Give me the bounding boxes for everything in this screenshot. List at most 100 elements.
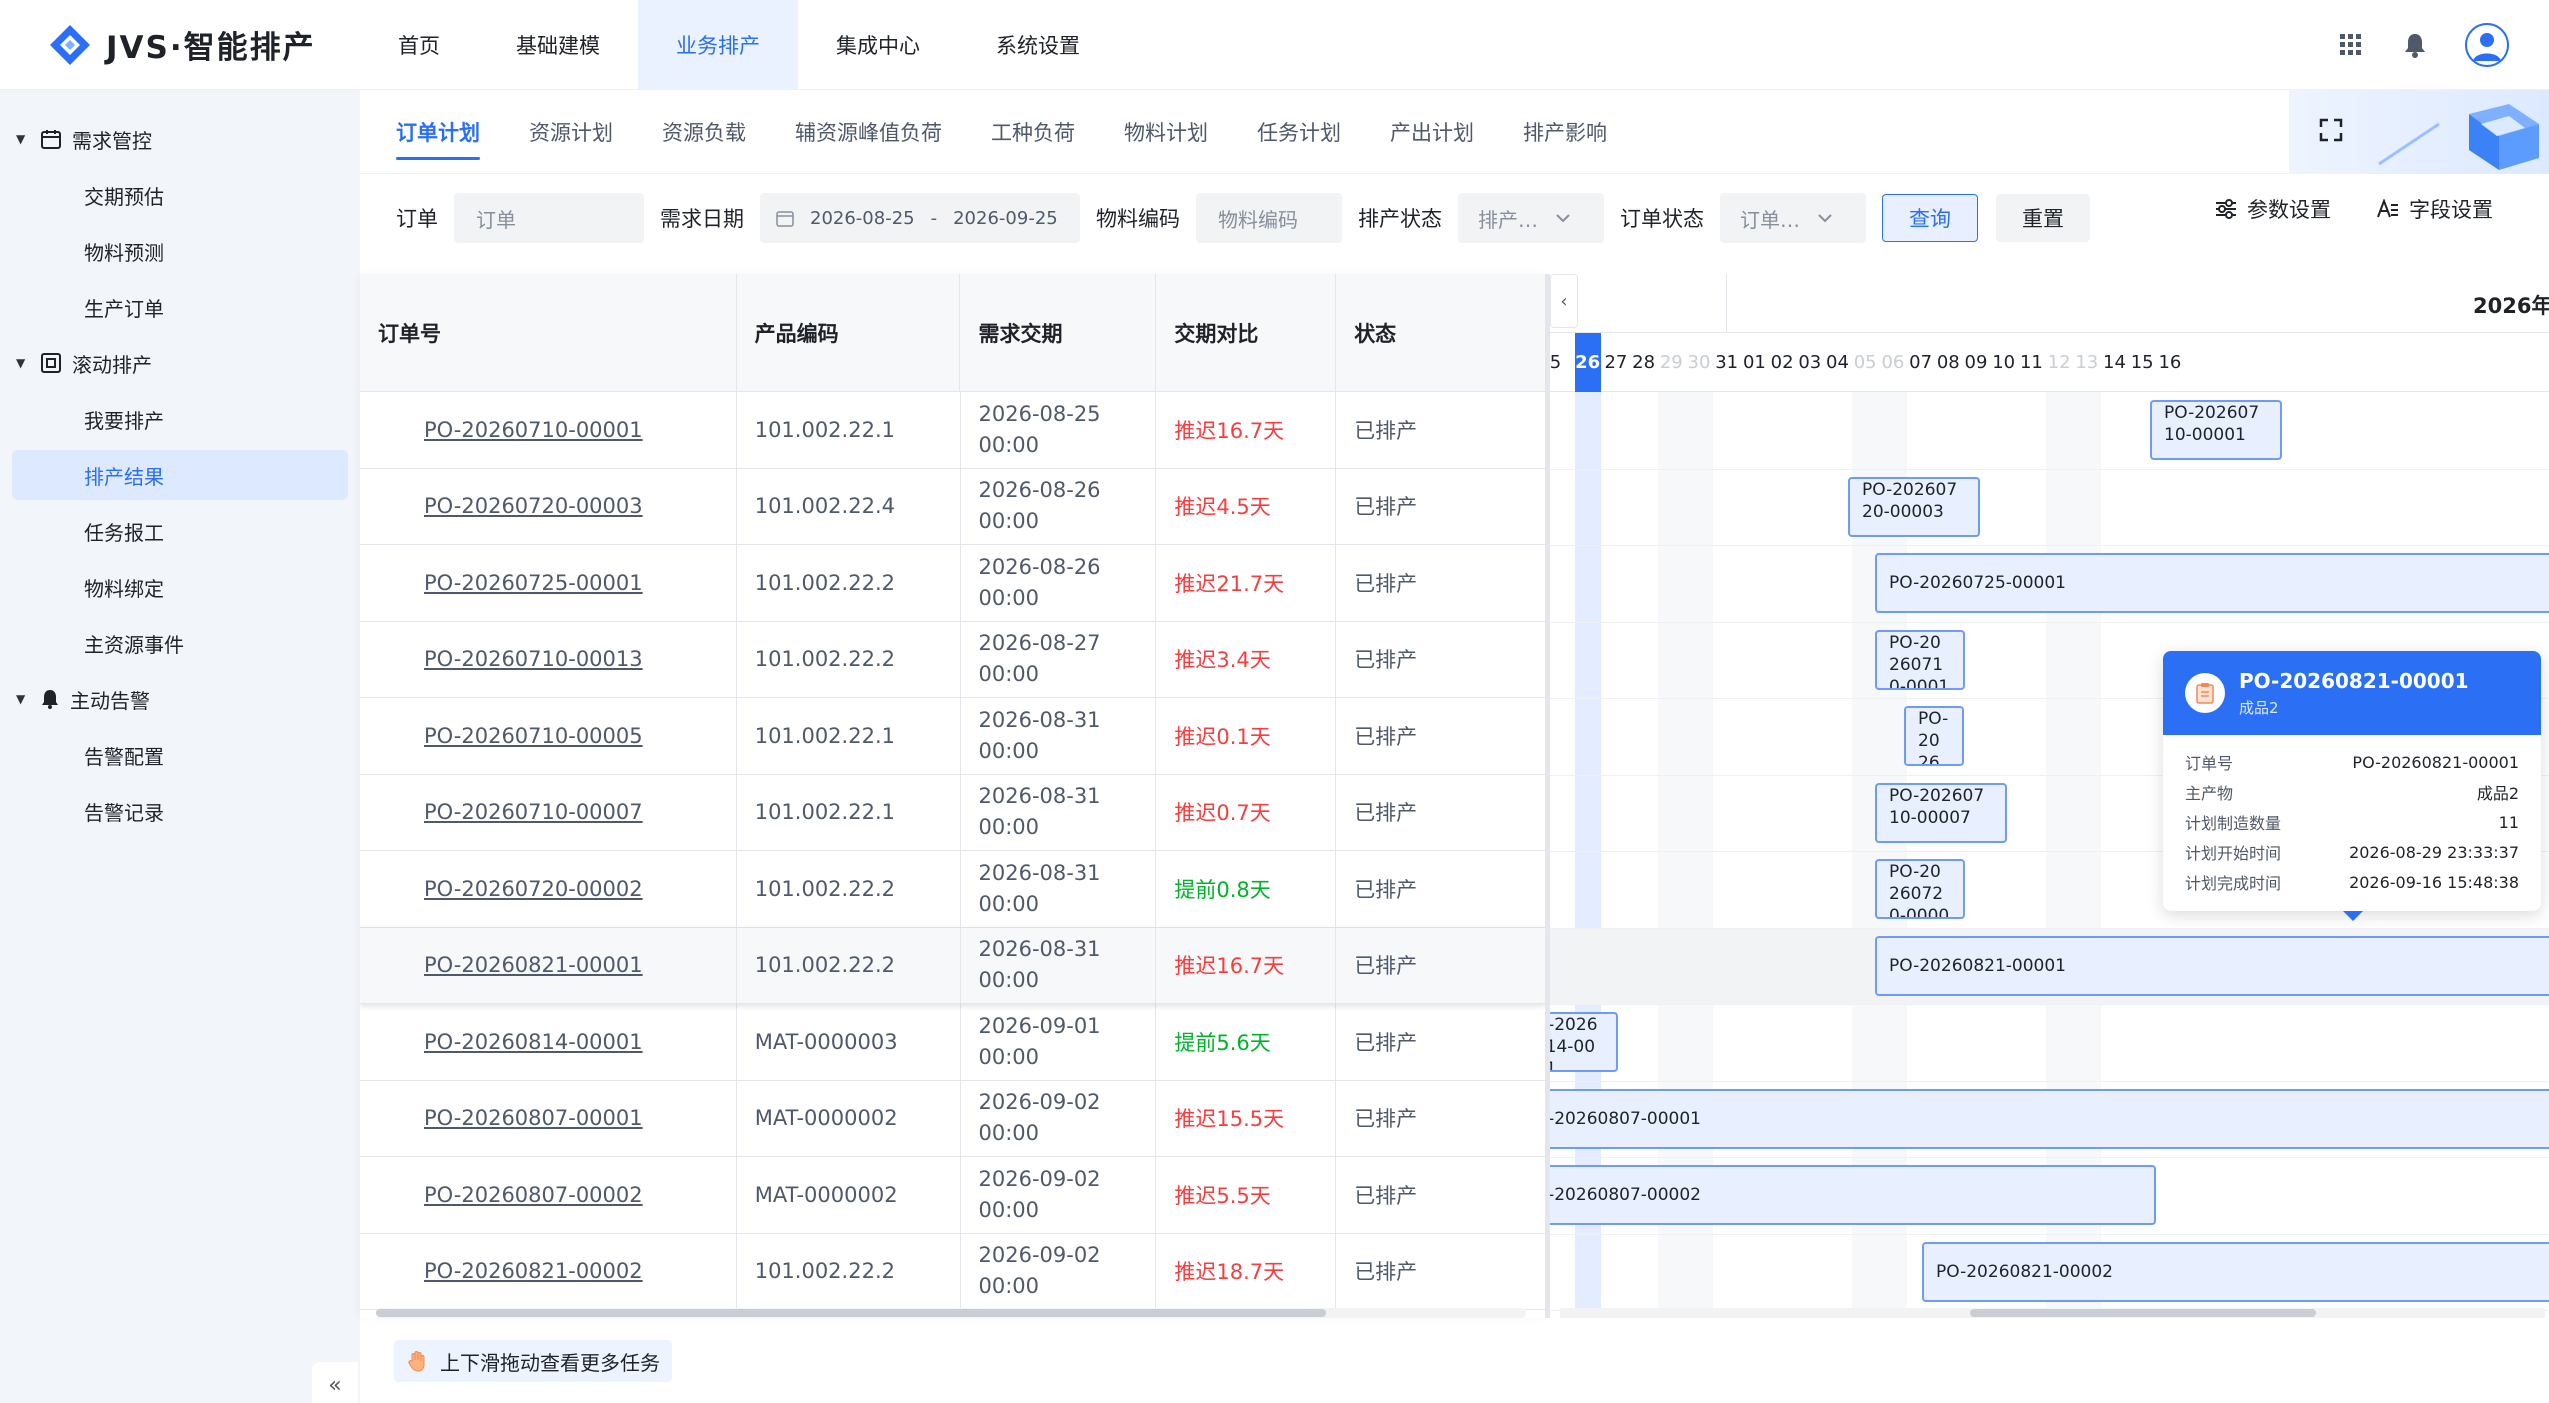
param-settings-button[interactable]: 参数设置	[2215, 194, 2331, 224]
tab-output-plan[interactable]: 产出计划	[1390, 90, 1474, 174]
tooltip-value: 11	[2498, 812, 2519, 832]
gantt-bar[interactable]: PO-20260807-00001	[1550, 1088, 2549, 1149]
gantt-day: 15	[2130, 352, 2154, 373]
gantt-bar[interactable]: PO-20260720-00003	[1848, 476, 1980, 537]
order-number-link[interactable]: PO-20260720-00003	[360, 468, 737, 544]
table-row[interactable]: PO-20260710-00013 101.002.22.2 2026-08-27 …	[360, 621, 1545, 698]
notification-bell-icon[interactable]	[2401, 31, 2429, 59]
order-status-select[interactable]: 订单…	[1720, 193, 1866, 243]
sidebar-item-resource-event[interactable]: 主资源事件	[12, 618, 348, 668]
order-number-link[interactable]: PO-20260821-00002	[360, 1233, 737, 1309]
gantt-bar[interactable]: PO-20260807-00002	[1550, 1165, 2156, 1225]
table-row[interactable]: PO-20260725-00001 101.002.22.2 2026-08-26 …	[360, 545, 1545, 622]
order-number-link[interactable]: PO-20260710-00001	[360, 392, 737, 468]
table-row[interactable]: PO-20260720-00002 101.002.22.2 2026-08-31 …	[360, 851, 1545, 928]
gantt-bar[interactable]: PO-20260710-00001	[2150, 400, 2282, 460]
gantt-bar[interactable]: PO-20260821-00001	[1875, 935, 2549, 996]
topnav-modeling[interactable]: 基础建模	[478, 0, 638, 90]
tab-order-plan[interactable]: 订单计划	[396, 90, 480, 174]
col-due-compare[interactable]: 交期对比	[1156, 274, 1337, 391]
material-code-input[interactable]: 物料编码	[1196, 193, 1342, 243]
order-number-link[interactable]: PO-20260814-00001	[360, 1004, 737, 1080]
table-row[interactable]: PO-20260720-00003 101.002.22.4 2026-08-26 …	[360, 468, 1545, 545]
fullscreen-icon[interactable]	[2319, 118, 2343, 142]
sidebar-item-task-report[interactable]: 任务报工	[12, 506, 348, 556]
order-number-link[interactable]: PO-20260821-00001	[360, 927, 737, 1003]
user-avatar[interactable]	[2465, 23, 2509, 67]
scrollbar-thumb[interactable]	[376, 1309, 1326, 1317]
table-row[interactable]: PO-20260814-00001 MAT-0000003 2026-09-01 0…	[360, 1004, 1545, 1081]
gantt-bar[interactable]: PO-20260710-00007	[1875, 782, 2007, 843]
logo-icon	[50, 24, 90, 65]
sidebar-item-schedule-result[interactable]: 排产结果	[12, 450, 348, 500]
order-number-link[interactable]: PO-20260710-00007	[360, 774, 737, 850]
tab-resource-plan[interactable]: 资源计划	[529, 90, 613, 174]
table-row[interactable]: PO-20260821-00001 101.002.22.2 2026-08-31 …	[360, 927, 1545, 1004]
topnav-home[interactable]: 首页	[360, 0, 478, 90]
due-date-cell: 2026-08-31 00:00	[961, 851, 1157, 927]
field-settings-button[interactable]: 字段设置	[2377, 194, 2493, 224]
sidebar-item-production-order[interactable]: 生产订单	[12, 282, 348, 332]
product-code-cell: 101.002.22.2	[737, 927, 961, 1003]
order-number-link[interactable]: PO-20260807-00002	[360, 1157, 737, 1233]
sidebar-item-delivery-estimate[interactable]: 交期预估	[12, 170, 348, 220]
order-search-input[interactable]: 订单	[454, 193, 644, 243]
gantt-bar[interactable]: PO-20260814-00001	[1550, 1012, 1618, 1072]
table-row[interactable]: PO-20260807-00001 MAT-0000002 2026-09-02 0…	[360, 1080, 1545, 1157]
order-number-link[interactable]: PO-20260725-00001	[360, 545, 737, 621]
table-row[interactable]: PO-20260710-00001 101.002.22.1 2026-08-25 …	[360, 392, 1545, 469]
due-date-range-picker[interactable]: 2026-08-25 - 2026-09-25	[760, 193, 1080, 243]
order-number-link[interactable]: PO-20260710-00013	[360, 621, 737, 697]
gantt-horizontal-scrollbar[interactable]	[1560, 1308, 2545, 1318]
table-row[interactable]: PO-20260821-00002 101.002.22.2 2026-09-02 …	[360, 1233, 1545, 1310]
gantt-bar[interactable]: PO-20260710-00013	[1875, 629, 1965, 690]
drag-hand-icon	[408, 1351, 425, 1372]
gantt-bar[interactable]: PO-20260821-00002	[1922, 1241, 2549, 1302]
tab-aux-peak-load[interactable]: 辅资源峰值负荷	[795, 90, 942, 174]
topnav-settings[interactable]: 系统设置	[958, 0, 1118, 90]
order-number-link[interactable]: PO-20260710-00005	[360, 698, 737, 774]
schedule-status-select[interactable]: 排产…	[1458, 193, 1604, 243]
sidebar-group-rolling[interactable]: ▼ 滚动排产	[0, 338, 360, 388]
col-due-date[interactable]: 需求交期	[960, 274, 1157, 391]
collapse-sidebar-icon[interactable]: «	[312, 1362, 358, 1403]
tab-material-plan[interactable]: 物料计划	[1124, 90, 1208, 174]
tab-schedule-impact[interactable]: 排产影响	[1523, 90, 1607, 174]
tab-task-plan[interactable]: 任务计划	[1257, 90, 1341, 174]
table-row[interactable]: PO-20260710-00007 101.002.22.1 2026-08-31 …	[360, 774, 1545, 851]
due-compare-cell: 提前5.6天	[1156, 1004, 1337, 1080]
tooltip-value: 2026-09-16 15:48:38	[2349, 872, 2519, 892]
sidebar-item-material-binding[interactable]: 物料绑定	[12, 562, 348, 612]
topnav-scheduling[interactable]: 业务排产	[638, 0, 798, 90]
gantt-day: 16	[2158, 352, 2182, 373]
due-date-cell: 2026-08-26 00:00	[961, 545, 1157, 621]
sidebar-group-alert[interactable]: ▼ 主动告警	[0, 674, 360, 724]
apps-grid-icon[interactable]	[2337, 31, 2365, 59]
gantt-bar[interactable]: PO-20260710-00005	[1904, 706, 1964, 766]
sidebar-item-alert-records[interactable]: 告警记录	[12, 786, 348, 836]
table-horizontal-scrollbar[interactable]	[376, 1308, 1526, 1318]
table-row[interactable]: PO-20260710-00005 101.002.22.1 2026-08-31 …	[360, 698, 1545, 775]
sidebar-item-material-forecast[interactable]: 物料预测	[12, 226, 348, 276]
order-number-link[interactable]: PO-20260807-00001	[360, 1080, 737, 1156]
app-logo[interactable]: JVS·智能排产	[0, 0, 360, 90]
sidebar-item-alert-config[interactable]: 告警配置	[12, 730, 348, 780]
collapse-table-chevron-left-icon[interactable]: ‹	[1550, 274, 1578, 328]
gantt-bar[interactable]: PO-20260720-00002	[1875, 859, 1965, 919]
sidebar-item-i-schedule[interactable]: 我要排产	[12, 394, 348, 444]
tab-resource-load[interactable]: 资源负载	[662, 90, 746, 174]
col-order-no[interactable]: 订单号	[360, 274, 737, 391]
col-status[interactable]: 状态	[1336, 274, 1545, 391]
col-product-code[interactable]: 产品编码	[737, 274, 961, 391]
table-row[interactable]: PO-20260807-00002 MAT-0000002 2026-09-02 0…	[360, 1157, 1545, 1234]
scrollbar-thumb[interactable]	[1970, 1309, 2316, 1317]
tab-worktype-load[interactable]: 工种负荷	[991, 90, 1075, 174]
reset-button[interactable]: 重置	[1996, 194, 2090, 242]
query-button[interactable]: 查询	[1882, 194, 1978, 242]
tooltip-row: 主产物 成品2	[2185, 777, 2519, 807]
order-number-link[interactable]: PO-20260720-00002	[360, 851, 737, 927]
gantt-bar[interactable]: PO-20260725-00001	[1875, 553, 2549, 613]
status-cell: 已排产	[1354, 1107, 1418, 1132]
sidebar-group-demand[interactable]: ▼ 需求管控	[0, 114, 360, 164]
topnav-integration[interactable]: 集成中心	[798, 0, 958, 90]
